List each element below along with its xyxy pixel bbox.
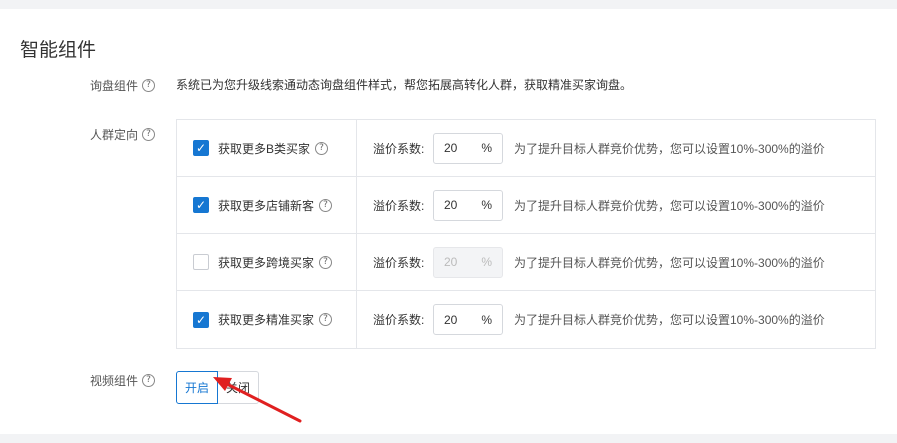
ratio-unit: % [481, 141, 492, 155]
inquiry-row-label: 询盘组件 ? [90, 77, 156, 94]
crowd-label: 人群定向 [90, 128, 139, 142]
inquiry-label: 询盘组件 [90, 79, 139, 93]
ratio-unit: % [481, 312, 492, 327]
crowd-checkbox[interactable] [193, 254, 209, 270]
ratio-cell: 溢价系数: 20 % 为了提升目标人群竞价优势，您可以设置10%-300%的溢价 [357, 177, 875, 233]
ratio-unit: % [481, 255, 492, 269]
smart-components-panel: 智能组件 询盘组件 ? 系统已为您升级线索通动态询盘组件样式，帮您拓展高转化人群… [0, 9, 897, 434]
ratio-hint: 为了提升目标人群竞价优势，您可以设置10%-300%的溢价 [514, 255, 825, 270]
help-icon[interactable]: ? [319, 255, 333, 269]
section-title: 智能组件 [20, 40, 97, 61]
video-row-label: 视频组件 ? [90, 372, 156, 389]
crowd-option-row: ✓ 获取更多精准买家 ? 溢价系数: 20 % 为了提升目标人群竞价优势，您可以… [177, 291, 875, 348]
annotation-arrow-icon [213, 377, 302, 423]
ratio-hint: 为了提升目标人群竞价优势，您可以设置10%-300%的溢价 [514, 141, 825, 156]
crowd-option-label: 获取更多B类买家 [218, 141, 311, 156]
ratio-hint: 为了提升目标人群竞价优势，您可以设置10%-300%的溢价 [514, 198, 825, 213]
ratio-input[interactable]: 20 % [433, 304, 503, 335]
crowd-option-label: 获取更多店铺新客 [218, 198, 315, 213]
ratio-hint: 为了提升目标人群竞价优势，您可以设置10%-300%的溢价 [514, 313, 825, 327]
help-icon[interactable]: ? [142, 374, 156, 387]
ratio-input[interactable]: 20 % [433, 132, 503, 164]
crowd-option: 获取更多跨境买家 ? [177, 234, 357, 290]
help-icon[interactable]: ? [319, 313, 333, 326]
crowd-checkbox[interactable]: ✓ [193, 140, 209, 156]
help-icon[interactable]: ? [142, 128, 156, 141]
ratio-cell: 溢价系数: 20 % 为了提升目标人群竞价优势，您可以设置10%-300%的溢价 [357, 234, 875, 290]
crowd-checkbox[interactable]: ✓ [193, 197, 209, 213]
ratio-input: 20 % [433, 246, 503, 278]
ratio-label: 溢价系数: [373, 255, 425, 270]
crowd-option-row: ✓ 获取更多店铺新客 ? 溢价系数: 20 % 为了提升目标人群竞价优势，您可以… [177, 177, 875, 234]
crowd-row-label: 人群定向 ? [90, 126, 156, 143]
help-icon[interactable]: ? [142, 79, 156, 92]
ratio-cell: 溢价系数: 20 % 为了提升目标人群竞价优势，您可以设置10%-300%的溢价 [357, 120, 875, 176]
crowd-option-label: 获取更多精准买家 [218, 313, 315, 327]
ratio-value: 20 [444, 141, 458, 155]
crowd-checkbox[interactable]: ✓ [193, 311, 209, 328]
ratio-label: 溢价系数: [373, 313, 425, 327]
crowd-option: ✓ 获取更多B类买家 ? [177, 120, 357, 176]
ratio-label: 溢价系数: [373, 141, 425, 156]
crowd-option-label: 获取更多跨境买家 [218, 255, 315, 270]
crowd-option-row: ✓ 获取更多B类买家 ? 溢价系数: 20 % 为了提升目标人群竞价优势，您可以… [177, 120, 875, 177]
crowd-option: ✓ 获取更多店铺新客 ? [177, 177, 357, 233]
ratio-value: 20 [444, 312, 458, 327]
ratio-cell: 溢价系数: 20 % 为了提升目标人群竞价优势，您可以设置10%-300%的溢价 [357, 291, 875, 348]
crowd-option: ✓ 获取更多精准买家 ? [177, 291, 357, 348]
ratio-input[interactable]: 20 % [433, 189, 503, 221]
inquiry-description: 系统已为您升级线索通动态询盘组件样式，帮您拓展高转化人群，获取精准买家询盘。 [176, 78, 633, 92]
ratio-unit: % [481, 198, 492, 212]
crowd-option-row: 获取更多跨境买家 ? 溢价系数: 20 % 为了提升目标人群竞价优势，您可以设置… [177, 234, 875, 291]
ratio-label: 溢价系数: [373, 198, 425, 213]
help-icon[interactable]: ? [319, 198, 333, 212]
ratio-value: 20 [444, 255, 458, 269]
crowd-table: ✓ 获取更多B类买家 ? 溢价系数: 20 % 为了提升目标人群竞价优势，您可以… [176, 119, 876, 349]
video-label: 视频组件 [90, 374, 139, 388]
help-icon[interactable]: ? [315, 141, 329, 155]
ratio-value: 20 [444, 198, 458, 212]
